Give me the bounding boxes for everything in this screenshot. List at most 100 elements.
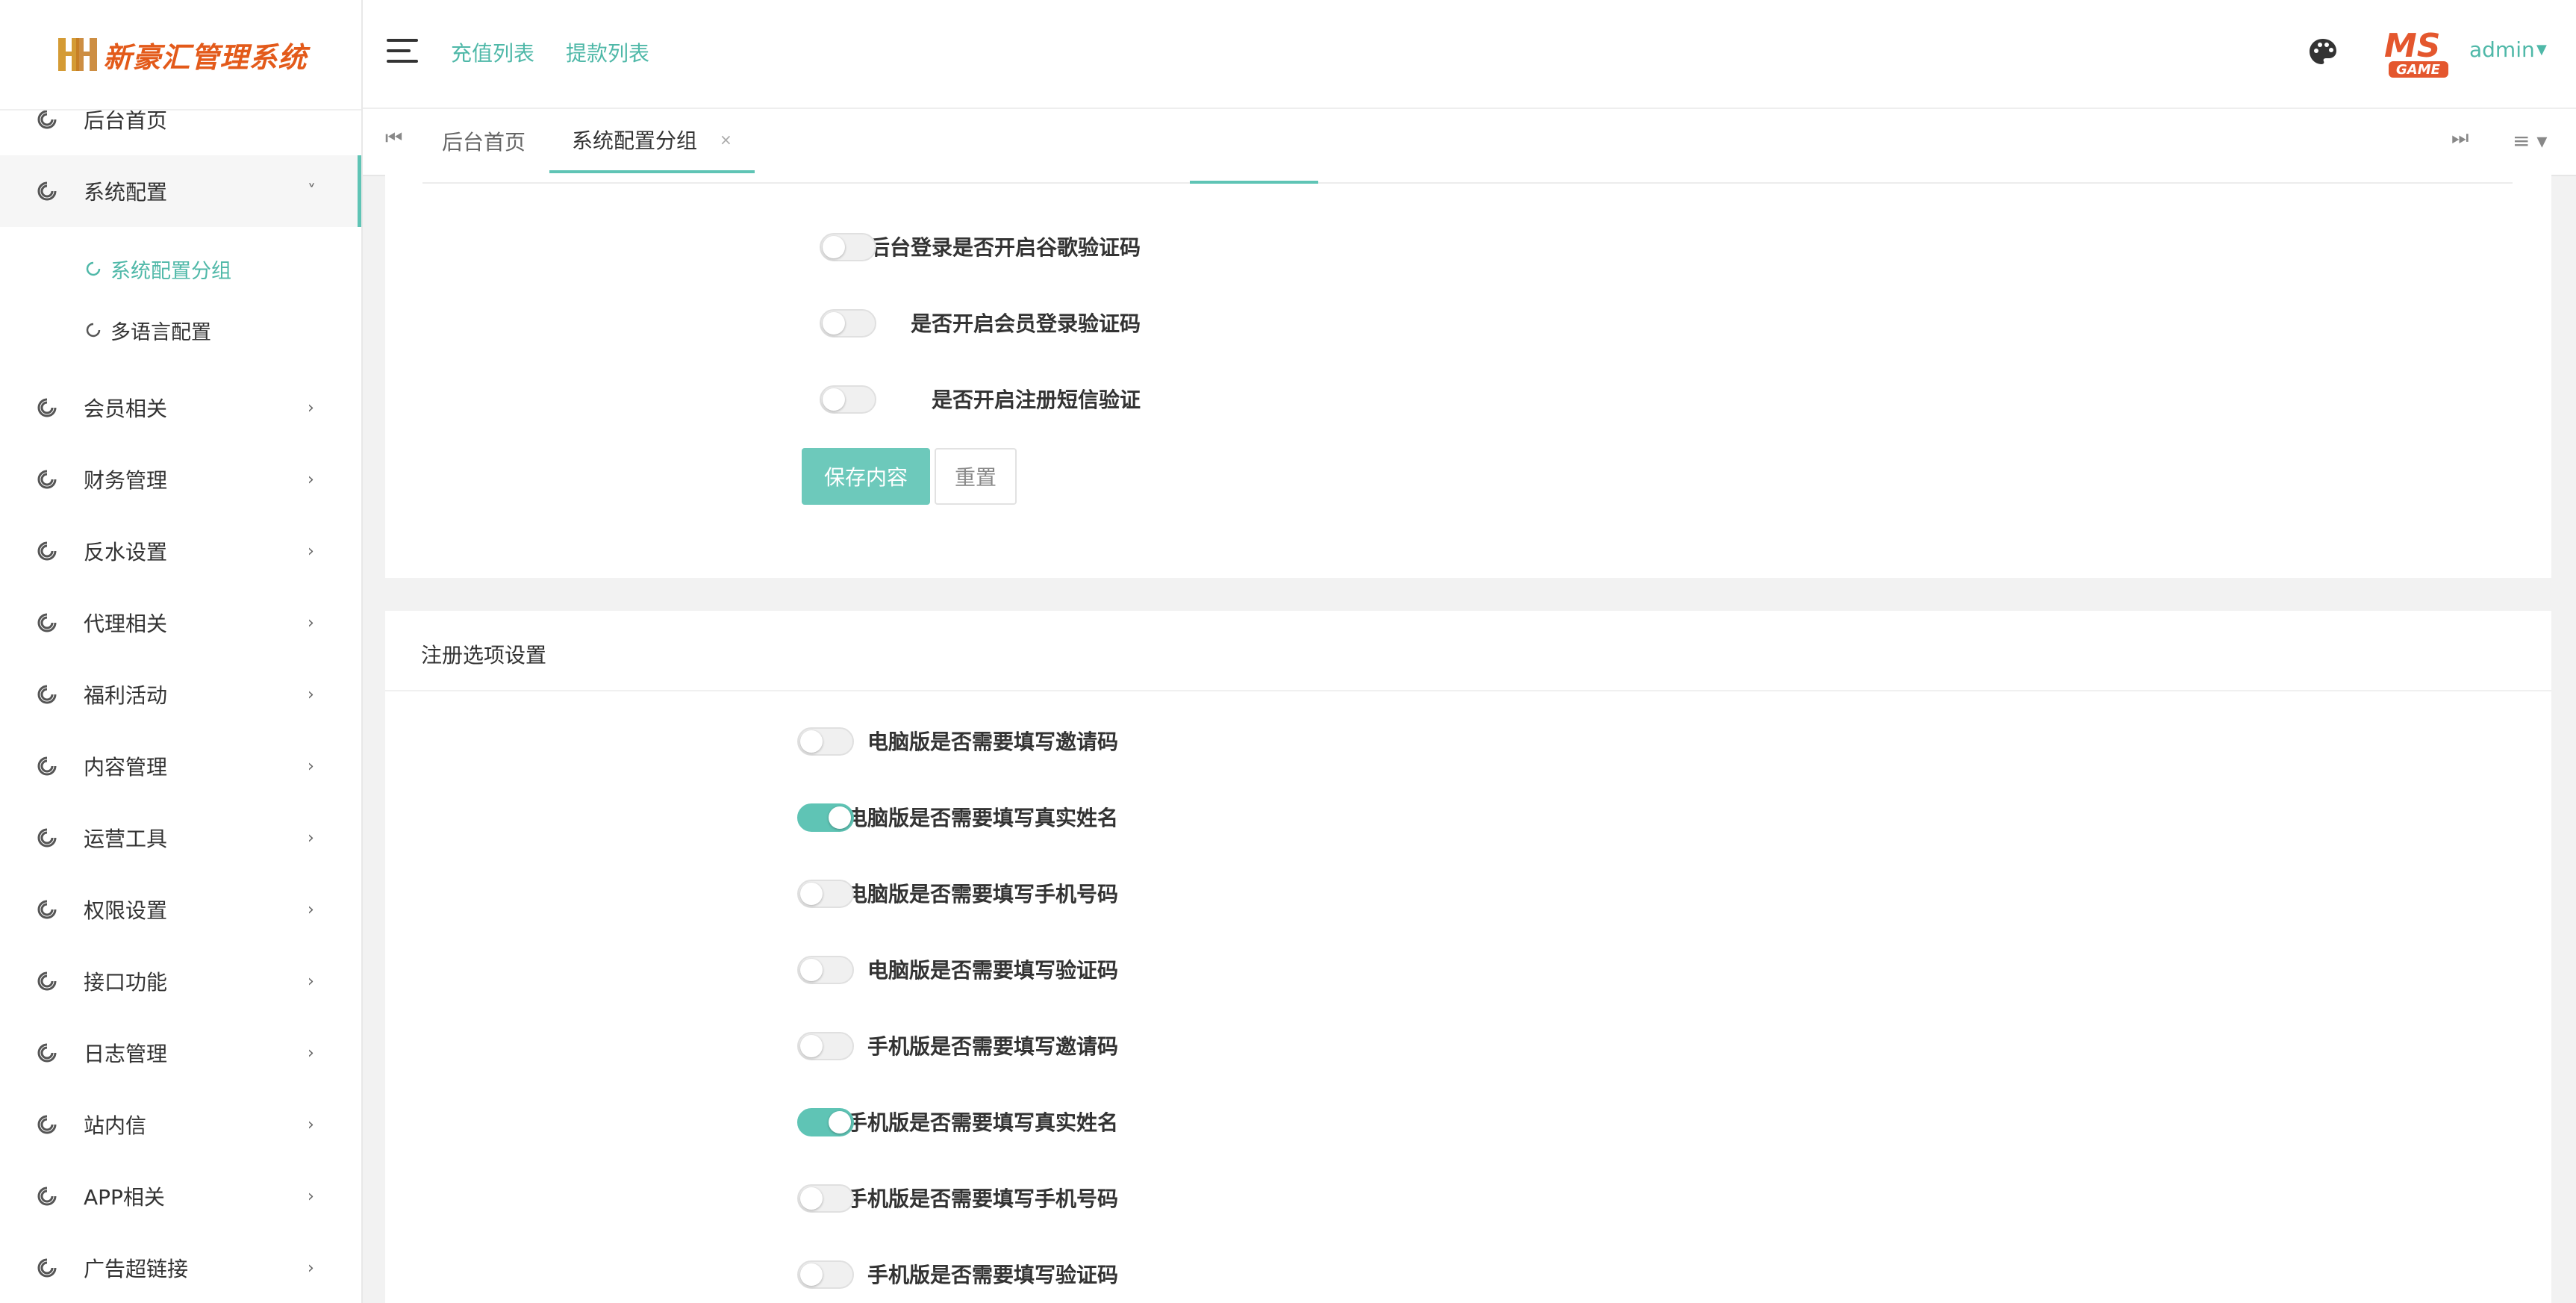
form-row: 手机版是否需要填写手机号码 bbox=[385, 1175, 1118, 1220]
chevron-down-icon: ˅ bbox=[308, 181, 316, 201]
circle-icon bbox=[37, 971, 57, 991]
toggle-register-option[interactable] bbox=[797, 803, 854, 832]
save-button[interactable]: 保存内容 bbox=[802, 448, 930, 505]
sidebar-item-system-config[interactable]: 系统配置 ˅ bbox=[0, 155, 361, 227]
chevron-right-icon: › bbox=[308, 685, 314, 704]
sidebar-item-logs[interactable]: 日志管理 › bbox=[0, 1017, 361, 1089]
tab-system-config-group[interactable]: 系统配置分组 × bbox=[549, 109, 755, 173]
form-row: 电脑版是否需要填写真实姓名 bbox=[385, 794, 1118, 839]
chevron-right-icon: › bbox=[308, 971, 314, 991]
toggle-register-option[interactable] bbox=[797, 880, 854, 908]
toggle-register-option[interactable] bbox=[797, 1108, 854, 1136]
sidebar-item-app[interactable]: APP相关 › bbox=[0, 1160, 361, 1232]
chevron-right-icon: › bbox=[308, 1258, 314, 1278]
form-label: 是否开启注册短信验证 bbox=[931, 388, 1141, 412]
divider bbox=[385, 690, 2551, 691]
circle-icon bbox=[37, 900, 57, 919]
config-card-register: 注册选项设置 电脑版是否需要填写邀请码 电脑版是否需要填写真实姓名 电脑版是否需要填… bbox=[385, 611, 2551, 1303]
chevron-right-icon: › bbox=[308, 1115, 314, 1134]
palette-icon[interactable] bbox=[2307, 36, 2339, 69]
circle-icon bbox=[37, 756, 57, 776]
form-row: 手机版是否需要填写邀请码 bbox=[385, 1023, 1118, 1068]
tab-options-icon[interactable]: ≡ ▾ bbox=[2513, 128, 2547, 153]
tab-scroll-right-icon[interactable]: ⏭ bbox=[2451, 127, 2469, 150]
card-title: 注册选项设置 bbox=[421, 643, 547, 668]
sidebar-item-ops-tools[interactable]: 运营工具 › bbox=[0, 802, 361, 874]
form-label: 电脑版是否需要填写真实姓名 bbox=[846, 806, 1118, 830]
chevron-right-icon: › bbox=[308, 1043, 314, 1063]
link-recharge-list[interactable]: 充值列表 bbox=[451, 37, 534, 67]
svg-text:GAME: GAME bbox=[2396, 62, 2441, 78]
reset-button[interactable]: 重置 bbox=[935, 448, 1017, 505]
chevron-right-icon: › bbox=[308, 756, 314, 776]
circle-icon bbox=[37, 541, 57, 561]
chevron-right-icon: › bbox=[308, 613, 314, 632]
form-label: 手机版是否需要填写手机号码 bbox=[846, 1187, 1118, 1211]
form-label: 后台登录是否开启谷歌验证码 bbox=[868, 235, 1141, 260]
form-row: 电脑版是否需要填写验证码 bbox=[385, 947, 1118, 992]
sidebar-subitem-config-group[interactable]: 系统配置分组 bbox=[0, 239, 361, 299]
logo-mark-icon bbox=[58, 38, 98, 71]
chevron-right-icon: › bbox=[308, 828, 314, 848]
sidebar-item-agent[interactable]: 代理相关 › bbox=[0, 587, 361, 659]
toggle-register-option[interactable] bbox=[797, 727, 854, 756]
circle-icon bbox=[37, 828, 57, 848]
form-row: 是否开启注册短信验证 bbox=[385, 376, 1141, 421]
config-card-login: 后台登录是否开启谷歌验证码 是否开启会员登录验证码 是否开启注册短信验证 保存内… bbox=[385, 175, 2551, 578]
form-row: 是否开启会员登录验证码 bbox=[385, 300, 1141, 345]
toggle-register-sms[interactable] bbox=[820, 385, 876, 414]
form-row: 手机版是否需要填写验证码 bbox=[385, 1251, 1118, 1296]
sidebar-item-finance[interactable]: 财务管理 › bbox=[0, 444, 361, 515]
circle-icon bbox=[37, 398, 57, 417]
tab-home[interactable]: 后台首页 bbox=[442, 109, 526, 173]
toggle-register-option[interactable] bbox=[797, 1260, 854, 1289]
sidebar-item-welfare[interactable]: 福利活动 › bbox=[0, 659, 361, 730]
user-menu[interactable]: admin bbox=[2469, 37, 2535, 62]
caret-down-icon[interactable]: ▼ bbox=[2536, 42, 2547, 57]
form-label: 是否开启会员登录验证码 bbox=[910, 311, 1141, 336]
form-row: 电脑版是否需要填写手机号码 bbox=[385, 871, 1118, 915]
sidebar-item-api[interactable]: 接口功能 › bbox=[0, 945, 361, 1017]
svg-text:MS: MS bbox=[2384, 27, 2440, 65]
form-label: 手机版是否需要填写真实姓名 bbox=[846, 1110, 1118, 1135]
circle-icon bbox=[37, 1115, 57, 1134]
circle-icon bbox=[37, 1258, 57, 1278]
tab-bar: ⏮ 后台首页 系统配置分组 × ⏭ ≡ ▾ bbox=[363, 109, 2576, 176]
toggle-google-captcha[interactable] bbox=[820, 233, 876, 261]
sidebar-item-members[interactable]: 会员相关 › bbox=[0, 372, 361, 444]
circle-icon bbox=[86, 323, 101, 338]
main-content: 后台登录是否开启谷歌验证码 是否开启会员登录验证码 是否开启注册短信验证 保存内… bbox=[363, 175, 2576, 1303]
chevron-right-icon: › bbox=[308, 470, 314, 489]
sidebar: 新豪汇管理系统 后台首页 系统配置 ˅ 系统配置分组 多语言配置 会员相关 › … bbox=[0, 0, 363, 1303]
sidebar-item-messages[interactable]: 站内信 › bbox=[0, 1089, 361, 1160]
close-icon[interactable]: × bbox=[720, 131, 732, 149]
chevron-right-icon: › bbox=[308, 900, 314, 919]
sidebar-item-ad-links[interactable]: 广告超链接 › bbox=[0, 1232, 361, 1303]
app-logo[interactable]: 新豪汇管理系统 bbox=[0, 0, 361, 111]
form-label: 电脑版是否需要填写邀请码 bbox=[867, 730, 1118, 754]
sidebar-item-permissions[interactable]: 权限设置 › bbox=[0, 874, 361, 945]
active-tab-indicator bbox=[1190, 181, 1318, 184]
divider bbox=[422, 182, 2513, 184]
sidebar-subitem-language-config[interactable]: 多语言配置 bbox=[0, 300, 361, 360]
circle-icon bbox=[86, 261, 101, 276]
toggle-register-option[interactable] bbox=[797, 1184, 854, 1213]
sidebar-item-label: 系统配置 bbox=[84, 180, 168, 205]
menu-toggle-icon[interactable] bbox=[387, 39, 418, 66]
toggle-register-option[interactable] bbox=[797, 956, 854, 984]
form-label: 电脑版是否需要填写手机号码 bbox=[846, 882, 1118, 906]
circle-icon bbox=[37, 685, 57, 704]
sidebar-subitem-label: 多语言配置 bbox=[110, 320, 211, 344]
toggle-member-login-captcha[interactable] bbox=[820, 309, 876, 338]
form-label: 电脑版是否需要填写验证码 bbox=[867, 958, 1118, 983]
tab-scroll-left-icon[interactable]: ⏮ bbox=[385, 127, 402, 150]
sidebar-item-rebate[interactable]: 反水设置 › bbox=[0, 515, 361, 587]
chevron-right-icon: › bbox=[308, 1187, 314, 1206]
sidebar-item-content[interactable]: 内容管理 › bbox=[0, 730, 361, 802]
chevron-right-icon: › bbox=[308, 398, 314, 417]
app-title: 新豪汇管理系统 bbox=[103, 40, 308, 74]
link-withdraw-list[interactable]: 提款列表 bbox=[566, 37, 649, 67]
circle-icon bbox=[37, 1043, 57, 1063]
avatar[interactable]: MS GAME bbox=[2378, 21, 2456, 84]
toggle-register-option[interactable] bbox=[797, 1032, 854, 1060]
